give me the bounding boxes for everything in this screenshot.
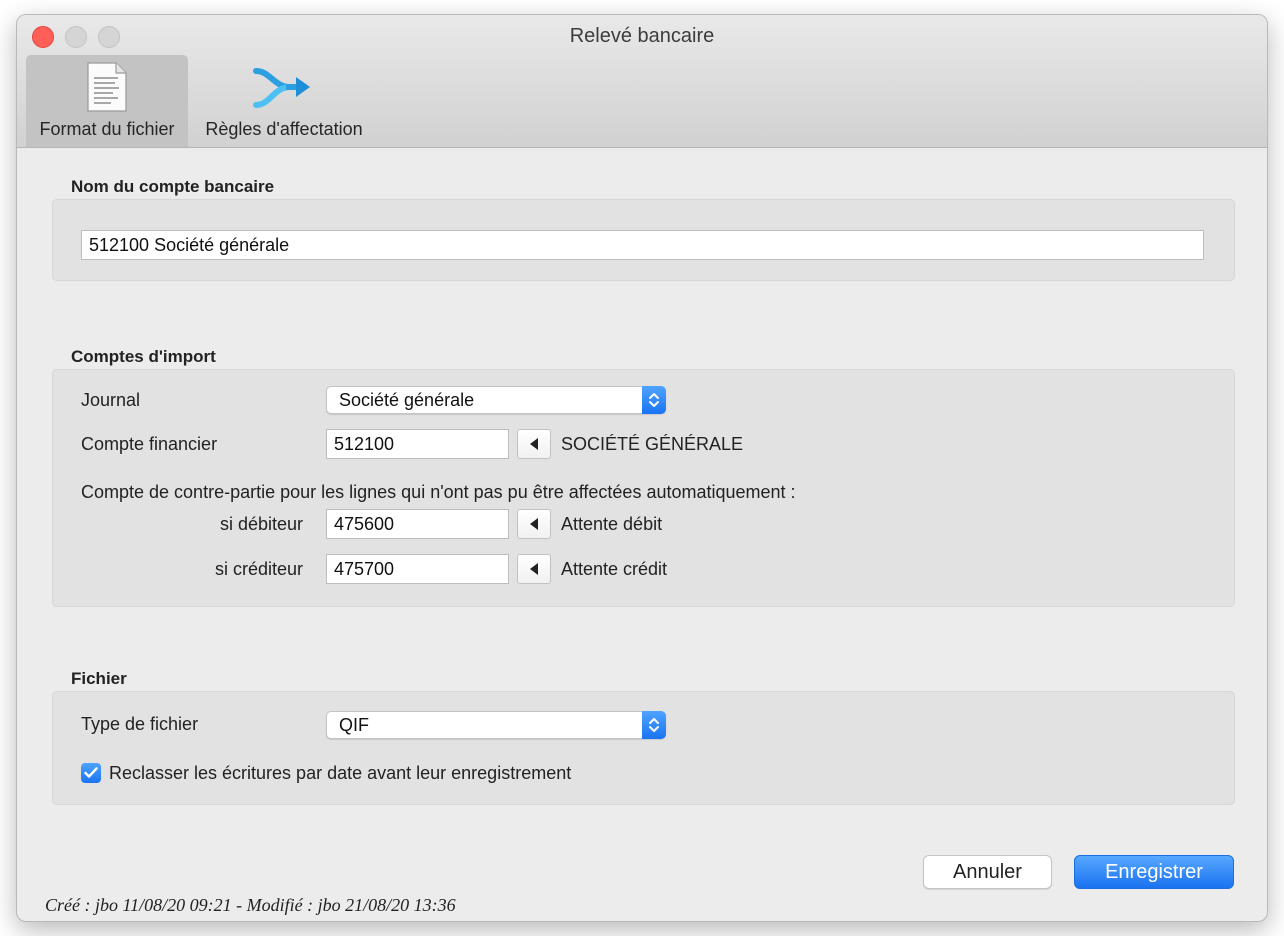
file-section-title: Fichier bbox=[71, 669, 127, 688]
credit-account-name: Attente crédit bbox=[561, 559, 668, 579]
debit-account-name: Attente débit bbox=[561, 514, 663, 534]
financial-account-name: SOCIÉTÉ GÉNÉRALE bbox=[561, 434, 744, 454]
save-button[interactable]: Enregistrer bbox=[1074, 855, 1234, 889]
file-type-select[interactable]: QIF bbox=[326, 711, 666, 739]
chevron-updown-icon bbox=[642, 386, 666, 414]
bank-account-name-input[interactable] bbox=[81, 230, 1204, 260]
debit-account-input[interactable] bbox=[326, 509, 509, 539]
checkmark-icon bbox=[84, 767, 98, 778]
debit-label: si débiteur bbox=[219, 514, 303, 534]
financial-account-label: Compte financier bbox=[81, 434, 218, 454]
tab-file-format-label: Format du fichier bbox=[39, 119, 175, 139]
import-accounts-section-title: Comptes d'import bbox=[71, 347, 216, 366]
document-icon bbox=[87, 62, 127, 112]
import-accounts-group: Journal Société générale Compte financie… bbox=[52, 369, 1235, 607]
file-type-select-value: QIF bbox=[339, 715, 369, 735]
record-metadata: Créé : jbo 11/08/20 09:21 - Modifié : jb… bbox=[45, 895, 456, 915]
journal-select[interactable]: Société générale bbox=[326, 386, 666, 414]
bank-account-section-title: Nom du compte bancaire bbox=[71, 177, 275, 196]
triangle-left-icon bbox=[530, 438, 538, 450]
dialog-window: Relevé bancaire Format du fichier Règles… bbox=[16, 14, 1268, 922]
journal-label: Journal bbox=[81, 390, 141, 410]
title-bar: Relevé bancaire Format du fichier Règles… bbox=[17, 15, 1267, 148]
reorder-label[interactable]: Reclasser les écritures par date avant l… bbox=[109, 763, 571, 784]
tab-file-format[interactable]: Format du fichier bbox=[26, 55, 188, 147]
cancel-button[interactable]: Annuler bbox=[923, 855, 1052, 889]
bank-account-group bbox=[52, 199, 1235, 281]
triangle-left-icon bbox=[530, 563, 538, 575]
financial-account-input[interactable] bbox=[326, 429, 509, 459]
file-group: Type de fichier QIF Reclasser les écritu… bbox=[52, 691, 1235, 805]
credit-label: si créditeur bbox=[214, 559, 303, 579]
debit-account-lookup-button[interactable] bbox=[517, 509, 551, 539]
counterpart-description: Compte de contre-partie pour les lignes … bbox=[81, 482, 796, 502]
credit-account-lookup-button[interactable] bbox=[517, 554, 551, 584]
journal-select-value: Société générale bbox=[339, 390, 475, 410]
reorder-checkbox[interactable] bbox=[81, 763, 101, 783]
triangle-left-icon bbox=[530, 518, 538, 530]
credit-account-input[interactable] bbox=[326, 554, 509, 584]
arrows-merge-icon bbox=[253, 68, 310, 108]
window-title: Relevé bancaire bbox=[569, 25, 715, 47]
tab-assignment-rules-label: Règles d'affectation bbox=[205, 119, 363, 139]
chevron-updown-icon bbox=[642, 711, 666, 739]
file-type-label: Type de fichier bbox=[81, 714, 199, 734]
financial-account-lookup-button[interactable] bbox=[517, 429, 551, 459]
tab-assignment-rules[interactable]: Règles d'affectation bbox=[194, 55, 374, 147]
